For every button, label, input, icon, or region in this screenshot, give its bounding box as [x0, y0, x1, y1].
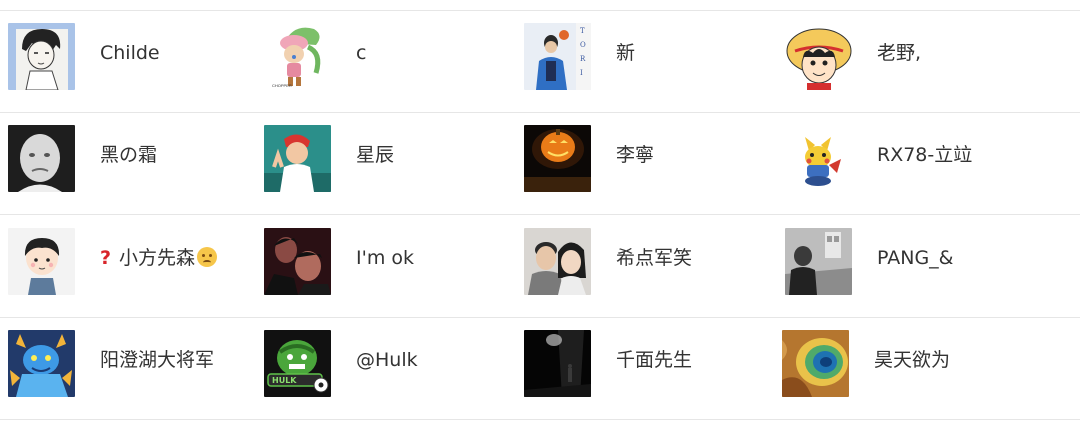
- row-divider: [0, 10, 1080, 11]
- user-avatar[interactable]: [524, 330, 591, 397]
- svg-text:I: I: [580, 69, 583, 77]
- user-name-text: 小方先森: [119, 247, 196, 269]
- user-name[interactable]: 千面先生: [616, 348, 692, 372]
- question-mark-icon: ?: [100, 247, 112, 269]
- user-avatar[interactable]: [785, 23, 852, 90]
- user-avatar[interactable]: T O R I: [524, 23, 591, 90]
- user-name[interactable]: RX78-立竝: [877, 143, 972, 167]
- user-avatar[interactable]: [524, 125, 591, 192]
- user-name[interactable]: 黑の霜: [100, 143, 157, 167]
- sad-emoji-icon: [197, 247, 218, 267]
- user-avatar[interactable]: [524, 228, 591, 295]
- user-name[interactable]: 阳澄湖大将军: [100, 348, 214, 372]
- user-name[interactable]: 星辰: [356, 143, 394, 167]
- user-avatar[interactable]: CHOPPER: [264, 23, 331, 90]
- user-avatar[interactable]: HULK: [264, 330, 331, 397]
- user-name[interactable]: c: [356, 41, 366, 65]
- svg-text:O: O: [580, 41, 586, 49]
- svg-text:R: R: [580, 55, 586, 63]
- user-avatar[interactable]: [8, 330, 75, 397]
- user-name[interactable]: I'm ok: [356, 246, 414, 270]
- row-divider: [0, 419, 1080, 420]
- user-avatar[interactable]: [8, 23, 75, 90]
- user-name[interactable]: ? 小方先森: [100, 246, 218, 270]
- user-name[interactable]: @Hulk: [356, 348, 418, 372]
- user-name[interactable]: PANG_&: [877, 246, 954, 270]
- user-avatar[interactable]: [264, 125, 331, 192]
- row-divider: [0, 112, 1080, 113]
- user-name[interactable]: 新: [616, 41, 635, 65]
- svg-text:T: T: [580, 27, 585, 35]
- follow-list: Childe CHOPPER c T O R I 新 老野, 黑の霜 星辰 李寧…: [0, 0, 1080, 424]
- user-avatar[interactable]: [8, 228, 75, 295]
- svg-text:CHOPPER: CHOPPER: [272, 83, 292, 88]
- user-avatar[interactable]: [785, 228, 852, 295]
- row-divider: [0, 214, 1080, 215]
- svg-text:HULK: HULK: [272, 376, 297, 385]
- user-name[interactable]: 希点军笑: [616, 246, 692, 270]
- user-name[interactable]: 老野,: [877, 41, 921, 65]
- user-name[interactable]: 李寧: [616, 143, 654, 167]
- user-avatar[interactable]: [785, 125, 852, 192]
- user-avatar[interactable]: [8, 125, 75, 192]
- row-divider: [0, 317, 1080, 318]
- user-avatar[interactable]: [264, 228, 331, 295]
- user-name[interactable]: 昊天欲为: [874, 348, 950, 372]
- user-avatar[interactable]: [782, 330, 849, 397]
- user-name[interactable]: Childe: [100, 41, 160, 65]
